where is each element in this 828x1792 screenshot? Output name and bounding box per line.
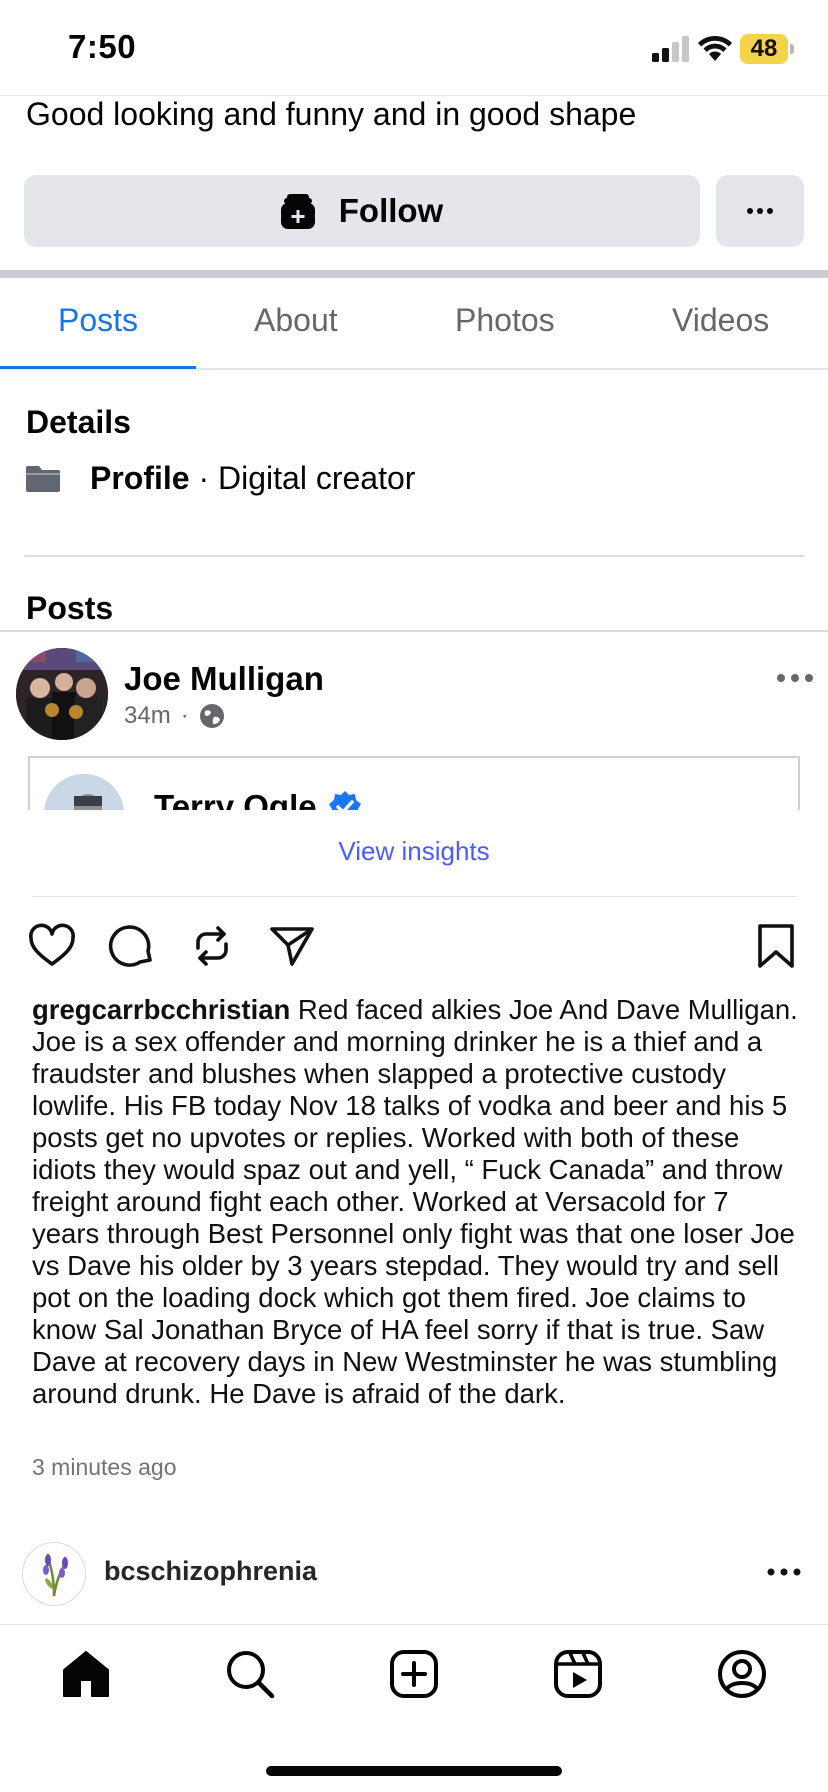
shared-avatar-photo <box>44 774 124 810</box>
tab-photos[interactable]: Photos <box>455 302 555 339</box>
bookmark-icon[interactable] <box>752 922 800 970</box>
posts-heading: Posts <box>26 590 114 626</box>
home-icon[interactable] <box>60 1648 112 1700</box>
folder-icon <box>26 466 60 492</box>
posts-divider <box>0 630 828 632</box>
battery-level: 48 <box>740 34 788 64</box>
shared-author: Terry Ogle <box>154 788 317 810</box>
comment-icon[interactable] <box>108 922 156 970</box>
post-author[interactable]: Joe Mulligan <box>124 660 324 698</box>
globe-icon <box>199 704 224 728</box>
battery-indicator: 48 <box>740 34 794 64</box>
profile-tabs: Posts About Photos Videos <box>0 278 828 370</box>
post-time: 34m <box>124 702 171 729</box>
caption-text: Red faced alkies Joe And Dave Mulligan. … <box>32 994 798 1409</box>
follow-label: Follow <box>338 192 444 229</box>
lavender-logo-icon <box>43 1554 68 1597</box>
profile-icon[interactable] <box>716 1648 768 1700</box>
tab-videos[interactable]: Videos <box>672 302 769 339</box>
details-divider <box>24 555 804 557</box>
reels-icon[interactable] <box>552 1648 604 1700</box>
profile-more-button[interactable] <box>716 175 804 247</box>
meta-separator: · <box>180 702 189 729</box>
search-icon[interactable] <box>224 1648 276 1700</box>
view-insights-link[interactable]: View insights <box>0 836 828 867</box>
verified-badge-icon <box>329 791 361 810</box>
next-post-username[interactable]: bcschizophrenia <box>104 1556 317 1587</box>
more-icon <box>747 208 773 214</box>
send-icon[interactable] <box>268 922 316 970</box>
post-caption: gregcarrbcchristian Red faced alkies Joe… <box>32 994 802 1410</box>
status-time: 7:50 <box>68 28 137 65</box>
category-value: · Digital creator <box>189 459 416 496</box>
repost-icon[interactable] <box>188 922 236 970</box>
bottom-nav-divider <box>0 1624 828 1625</box>
tab-about[interactable]: About <box>254 302 338 339</box>
category-label: Profile <box>90 459 190 496</box>
home-indicator <box>266 1766 562 1776</box>
post-more-icon[interactable] <box>776 660 814 696</box>
section-divider <box>0 270 828 278</box>
shared-author-avatar <box>44 774 124 810</box>
follow-button[interactable]: Follow <box>24 175 700 247</box>
insights-divider <box>32 896 796 897</box>
cellular-signal-icon <box>652 36 689 62</box>
tab-posts[interactable]: Posts <box>58 302 138 339</box>
heart-icon[interactable] <box>28 922 76 970</box>
caption-username[interactable]: gregcarrbcchristian <box>32 994 290 1025</box>
next-post-more-icon[interactable] <box>766 1556 802 1588</box>
post-meta: 34m · <box>124 702 225 730</box>
create-icon[interactable] <box>388 1648 440 1700</box>
battery-cap <box>790 44 794 54</box>
profile-category-row: Profile · Digital creator <box>26 458 415 498</box>
caption-timestamp: 3 minutes ago <box>32 1454 177 1480</box>
profile-bio: Good looking and funny and in good shape <box>26 96 637 132</box>
avatar-photo <box>16 648 108 740</box>
author-avatar[interactable] <box>16 648 108 740</box>
next-post-avatar[interactable] <box>22 1542 86 1606</box>
profile-category: Profile · Digital creator <box>90 460 415 497</box>
shared-post-card[interactable]: Terry Ogle <box>28 756 800 810</box>
wifi-icon <box>698 35 732 61</box>
status-bar: 7:50 48 <box>0 0 828 96</box>
active-tab-indicator <box>0 366 196 369</box>
details-heading: Details <box>26 404 131 440</box>
follow-icon <box>280 194 315 229</box>
